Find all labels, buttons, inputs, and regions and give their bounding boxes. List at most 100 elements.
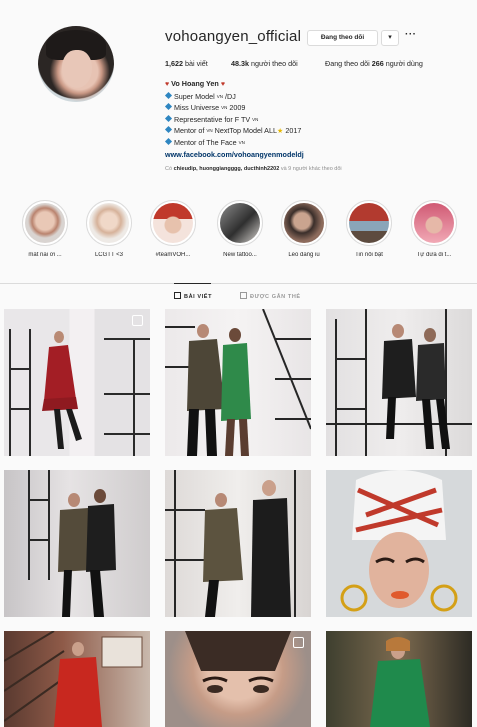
highlight-ring <box>411 200 457 246</box>
post-image <box>370 637 430 727</box>
bio-line: Mentor of VN NextTop Model ALL★ 2017 <box>164 125 304 137</box>
posts-count: 1,622 <box>165 59 183 68</box>
followers-count: 48.3k <box>231 59 249 68</box>
diamond-icon <box>164 114 173 122</box>
tag-icon <box>240 292 247 299</box>
post-thumbnail[interactable] <box>326 631 472 727</box>
avatar-face <box>62 50 92 88</box>
highlight-cover <box>220 203 260 243</box>
highlight-item[interactable]: Tự đưa đi t... <box>404 200 464 258</box>
highlight-ring <box>346 200 392 246</box>
highlight-item[interactable]: mất nai ơi ... <box>15 200 75 258</box>
followed-by-names: chieudip, huonggiangggg, ducthinh2202 <box>173 166 280 172</box>
highlight-label: mất nai ơi ... <box>28 252 62 258</box>
post-thumbnail[interactable] <box>4 309 150 456</box>
star-icon: ★ <box>276 126 284 136</box>
followed-by-suffix: và 9 người khác theo dõi <box>280 166 342 172</box>
multiple-photos-icon <box>132 315 143 326</box>
post-image <box>4 631 143 727</box>
profile-bio: ♥ Vo Hoang Yen ♥ Super Model VN /DJ Miss… <box>164 78 304 161</box>
highlight-label: Tin nổi bật <box>355 252 383 258</box>
bio-website-link[interactable]: www.facebook.com/vohoangyenmodeldj <box>165 149 304 161</box>
post-thumbnail[interactable] <box>326 470 472 617</box>
grid-icon <box>174 292 181 299</box>
post-thumbnail[interactable] <box>165 309 311 456</box>
active-tab-indicator <box>174 283 211 284</box>
post-thumbnail[interactable] <box>4 631 150 727</box>
suggested-dropdown-button[interactable]: ▾ <box>381 30 399 46</box>
following-prefix: Đang theo dõi <box>325 59 370 68</box>
bio-text: 2017 <box>285 126 302 136</box>
following-button[interactable]: Đang theo dõi <box>307 30 378 46</box>
bio-text: Super Model <box>174 91 215 101</box>
multiple-photos-icon <box>293 637 304 648</box>
bio-text: Mentor of <box>174 126 205 136</box>
posts-stat: 1,622 bài viết <box>165 59 208 68</box>
following-suffix: người dùng <box>385 59 423 68</box>
highlight-cover <box>25 203 65 243</box>
diamond-icon <box>164 103 173 111</box>
highlight-item[interactable]: Tin nổi bật <box>339 200 399 258</box>
more-options-icon[interactable]: ··· <box>405 29 417 40</box>
bio-text: Miss Universe <box>174 103 220 113</box>
tab-tagged[interactable]: ĐƯỢC GẮN THẺ <box>240 292 301 300</box>
followed-by-text[interactable]: Có chieudip, huonggiangggg, ducthinh2202… <box>165 166 342 172</box>
posts-label: bài viết <box>185 59 208 68</box>
profile-avatar[interactable] <box>38 26 114 102</box>
followers-stat[interactable]: 48.3k người theo dõi <box>231 59 298 68</box>
post-image <box>340 470 458 612</box>
highlight-item[interactable]: New tattoo... <box>210 200 270 258</box>
post-image <box>165 470 296 617</box>
post-thumbnail[interactable] <box>4 470 150 617</box>
bio-line: Mentor of The Face VN <box>164 137 304 149</box>
highlight-cover <box>89 203 129 243</box>
highlight-label: Leo dang iu <box>288 252 320 258</box>
bio-text: Mentor of The Face <box>174 137 237 147</box>
heart-icon: ♥ <box>220 81 225 88</box>
post-image <box>165 309 311 456</box>
highlight-cover <box>414 203 454 243</box>
diamond-icon <box>164 126 173 134</box>
highlight-label: LCGTT <3 <box>94 252 124 258</box>
highlight-label: Tự đưa đi t... <box>416 252 452 258</box>
highlight-ring <box>150 200 196 246</box>
tabs-divider <box>0 283 477 284</box>
post-image <box>326 309 472 456</box>
highlight-ring <box>217 200 263 246</box>
post-thumbnail[interactable] <box>165 470 311 617</box>
bio-line: Super Model VN /DJ <box>164 91 304 103</box>
post-thumbnail[interactable] <box>326 309 472 456</box>
highlight-item[interactable]: LCGTT <3 <box>79 200 139 258</box>
highlight-item[interactable]: Leo dang iu <box>274 200 334 258</box>
highlight-cover <box>153 203 193 243</box>
bio-text: /DJ <box>225 91 236 101</box>
tab-posts[interactable]: BÀI VIẾT <box>174 292 212 300</box>
vn-flag-text: VN <box>238 139 245 145</box>
vn-flag-text: VN <box>252 116 259 122</box>
bio-full-name: Vo Hoang Yen <box>171 79 219 88</box>
highlight-item[interactable]: #teamVOH... <box>143 200 203 258</box>
post-image <box>9 329 150 456</box>
post-image <box>28 470 116 617</box>
highlight-ring <box>22 200 68 246</box>
highlight-cover <box>349 203 389 243</box>
highlight-cover <box>284 203 324 243</box>
highlight-label: #teamVOH... <box>155 252 191 258</box>
highlight-ring <box>86 200 132 246</box>
vn-flag-text: VN <box>206 128 213 134</box>
bio-line: Representative for F TV VN <box>164 114 304 126</box>
post-thumbnail[interactable] <box>165 631 311 727</box>
bio-line: Miss Universe VN 2009 <box>164 102 304 114</box>
tab-tagged-label: ĐƯỢC GẮN THẺ <box>250 294 301 300</box>
followed-by-prefix: Có <box>165 166 173 172</box>
followers-label: người theo dõi <box>251 59 298 68</box>
vn-flag-text: VN <box>216 93 224 99</box>
bio-text: 2009 <box>229 103 246 113</box>
following-stat[interactable]: Đang theo dõi 266 người dùng <box>325 59 423 68</box>
bio-text: NextTop Model ALL <box>214 126 277 136</box>
highlight-label: New tattoo... <box>223 252 257 258</box>
following-count: 266 <box>371 59 384 68</box>
bio-name-line: ♥ Vo Hoang Yen ♥ <box>165 78 304 91</box>
profile-username: vohoangyen_official <box>165 28 302 45</box>
bio-text: Representative for F TV <box>174 114 251 124</box>
